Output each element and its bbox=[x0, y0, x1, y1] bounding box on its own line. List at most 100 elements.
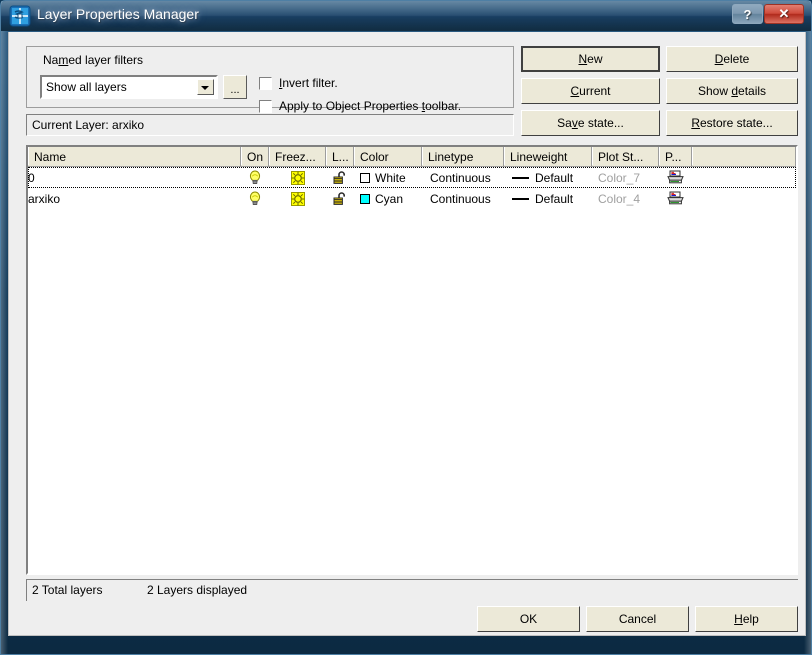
close-icon: ✕ bbox=[778, 6, 790, 21]
cancel-label: Cancel bbox=[618, 612, 657, 626]
table-row[interactable]: arxiko Cyan Continuous Default Color_4 bbox=[28, 188, 796, 209]
layer-filter-combobox[interactable]: Show all layers bbox=[40, 75, 218, 99]
titlebar-close-button[interactable]: ✕ bbox=[764, 4, 804, 24]
dialog-client-area: Named layer filters Show all layers ... … bbox=[8, 32, 806, 636]
dialog-window: Layer Properties Manager ? ✕ Named layer… bbox=[0, 0, 812, 655]
column-header-label: On bbox=[247, 149, 264, 164]
cell-color[interactable]: Cyan bbox=[354, 188, 422, 209]
cell-lineweight[interactable]: Default bbox=[504, 167, 592, 188]
invert-filter-label: Invert filter. bbox=[279, 76, 338, 90]
cell-plotstyle[interactable]: Color_4 bbox=[592, 188, 659, 209]
unlocked-padlock-icon[interactable] bbox=[326, 188, 354, 209]
sun-icon[interactable] bbox=[269, 188, 326, 209]
lineweight-name: Default bbox=[535, 170, 574, 185]
lineweight-preview-icon bbox=[512, 197, 529, 200]
question-mark-icon: ? bbox=[743, 6, 752, 22]
lineweight-preview-icon bbox=[512, 176, 529, 179]
color-name: White bbox=[375, 170, 406, 185]
layers-displayed-text: 2 Layers displayed bbox=[147, 583, 248, 597]
unlocked-padlock-icon[interactable] bbox=[326, 167, 354, 188]
layer-filter-combobox-value: Show all layers bbox=[46, 80, 127, 94]
save-state-button[interactable]: Save state... bbox=[521, 110, 660, 136]
column-header-label: Linetype bbox=[428, 149, 474, 164]
title-bar[interactable]: Layer Properties Manager ? ✕ bbox=[1, 1, 811, 31]
ok-label: OK bbox=[519, 612, 538, 626]
checkbox-box[interactable] bbox=[259, 76, 272, 90]
cell-plotstyle[interactable]: Color_7 bbox=[592, 167, 659, 188]
column-header-on[interactable]: On bbox=[241, 147, 269, 166]
lightbulb-on-icon[interactable] bbox=[241, 188, 269, 209]
restore-state-label: Restore state... bbox=[691, 116, 773, 130]
lineweight-name: Default bbox=[535, 191, 574, 206]
linetype-name: Continuous bbox=[430, 170, 491, 185]
apply-to-object-properties-toolbar-label: Apply to Object Properties toolbar. bbox=[279, 99, 462, 113]
cancel-button[interactable]: Cancel bbox=[586, 606, 689, 632]
cell-name[interactable]: arxiko bbox=[28, 188, 241, 209]
current-layer-bar: Current Layer: arxiko bbox=[26, 114, 514, 136]
printer-icon[interactable] bbox=[659, 167, 692, 188]
window-title: Layer Properties Manager bbox=[37, 6, 199, 22]
plotstyle-name: Color_4 bbox=[598, 191, 641, 206]
new-layer-button[interactable]: New bbox=[521, 46, 660, 72]
current-layer-text: Current Layer: arxiko bbox=[32, 118, 145, 132]
column-header-label: Plot St... bbox=[598, 149, 644, 164]
autocad-layer-icon bbox=[9, 5, 31, 27]
column-header-lock[interactable]: L... bbox=[326, 147, 354, 166]
delete-layer-button[interactable]: Delete bbox=[666, 46, 798, 72]
color-swatch bbox=[360, 172, 370, 183]
color-name: Cyan bbox=[375, 191, 404, 206]
column-header-label: L... bbox=[332, 149, 349, 164]
layer-list[interactable]: Name On Freez... L... Color Linetype Lineweigh… bbox=[26, 145, 798, 575]
printer-icon[interactable] bbox=[659, 188, 692, 209]
layer-list-header: Name On Freez... L... Color Linetype Lineweigh… bbox=[28, 147, 796, 167]
column-header-color[interactable]: Color bbox=[354, 147, 422, 166]
cell-linetype[interactable]: Continuous bbox=[422, 167, 504, 188]
linetype-name: Continuous bbox=[430, 191, 491, 206]
cell-name[interactable]: 0 bbox=[28, 167, 241, 188]
column-header-label: Color bbox=[360, 149, 389, 164]
total-layers-text: 2 Total layers bbox=[32, 583, 103, 597]
column-header-freeze[interactable]: Freez... bbox=[269, 147, 326, 166]
layer-name: arxiko bbox=[28, 191, 61, 206]
column-header-lineweight[interactable]: Lineweight bbox=[504, 147, 592, 166]
named-layer-filters-dialog-button[interactable]: ... bbox=[223, 75, 247, 99]
show-details-button[interactable]: Show details bbox=[666, 78, 798, 104]
apply-to-object-properties-toolbar-checkbox[interactable]: Apply to Object Properties toolbar. bbox=[259, 98, 461, 114]
restore-state-button[interactable]: Restore state... bbox=[666, 110, 798, 136]
cell-lineweight[interactable]: Default bbox=[504, 188, 592, 209]
column-header-label: Freez... bbox=[275, 149, 316, 164]
invert-filter-checkbox[interactable]: Invert filter. bbox=[259, 75, 338, 91]
layer-name: 0 bbox=[28, 170, 35, 185]
column-header-label: Lineweight bbox=[510, 149, 568, 164]
lightbulb-on-icon[interactable] bbox=[241, 167, 269, 188]
delete-layer-label: Delete bbox=[714, 52, 750, 66]
column-header-label: Name bbox=[34, 149, 67, 164]
column-header-label: P... bbox=[665, 149, 682, 164]
set-current-button[interactable]: Current bbox=[521, 78, 660, 104]
column-header-linetype[interactable]: Linetype bbox=[422, 147, 504, 166]
ok-button[interactable]: OK bbox=[477, 606, 580, 632]
sun-icon[interactable] bbox=[269, 167, 326, 188]
cell-color[interactable]: White bbox=[354, 167, 422, 188]
plotstyle-name: Color_7 bbox=[598, 170, 641, 185]
chevron-down-icon[interactable] bbox=[197, 79, 214, 95]
named-layer-filters-group: Named layer filters Show all layers ... … bbox=[26, 46, 514, 113]
show-details-label: Show details bbox=[697, 84, 767, 98]
status-bar: 2 Total layers 2 Layers displayed bbox=[26, 579, 798, 601]
column-header-plot[interactable]: P... bbox=[659, 147, 692, 166]
titlebar-help-button[interactable]: ? bbox=[732, 4, 763, 24]
column-header-name[interactable]: Name bbox=[28, 147, 241, 166]
column-header-spare[interactable] bbox=[692, 147, 796, 166]
window-glass-left bbox=[1, 1, 8, 654]
column-header-plotstyle[interactable]: Plot St... bbox=[592, 147, 659, 166]
named-layer-filters-label: Named layer filters bbox=[39, 53, 148, 67]
help-button[interactable]: Help bbox=[695, 606, 798, 632]
cell-linetype[interactable]: Continuous bbox=[422, 188, 504, 209]
layer-list-rows: 0 White Continuous Default Color_7arxiko Cyan… bbox=[28, 167, 796, 573]
new-layer-label: New bbox=[578, 52, 603, 66]
set-current-label: Current bbox=[570, 84, 611, 98]
color-swatch bbox=[360, 193, 370, 204]
checkbox-box[interactable] bbox=[259, 99, 272, 113]
table-row[interactable]: 0 White Continuous Default Color_7 bbox=[28, 167, 796, 188]
save-state-label: Save state... bbox=[557, 116, 624, 130]
